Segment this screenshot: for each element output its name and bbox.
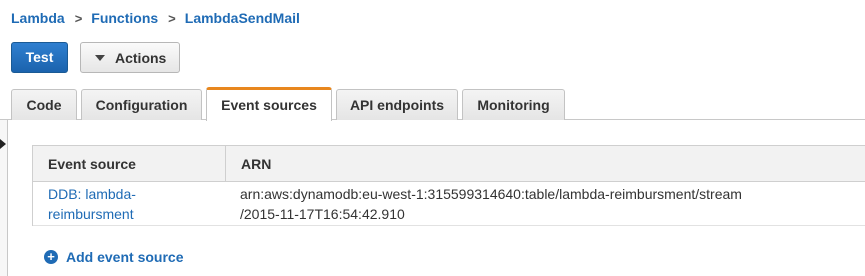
- breadcrumb-functions-link[interactable]: Functions: [91, 10, 158, 26]
- breadcrumb-separator-icon: >: [168, 10, 176, 26]
- add-event-source-label[interactable]: Add event source: [66, 249, 183, 265]
- tab-configuration[interactable]: Configuration: [81, 89, 202, 120]
- arn-text-line: /2015-11-17T16:54:42.910: [240, 206, 405, 222]
- column-header-event-source: Event source: [33, 146, 226, 181]
- event-source-text-line[interactable]: reimbursment: [48, 204, 226, 224]
- arn-cell: arn:aws:dynamodb:eu-west-1:315599314640:…: [226, 182, 865, 225]
- tab-monitoring[interactable]: Monitoring: [462, 89, 565, 120]
- table-header: Event source ARN: [33, 146, 865, 182]
- breadcrumb-current-function[interactable]: LambdaSendMail: [185, 10, 300, 26]
- actions-dropdown-button[interactable]: Actions: [80, 42, 180, 73]
- breadcrumb-separator-icon: >: [74, 10, 83, 26]
- column-header-arn: ARN: [241, 155, 272, 172]
- tab-code[interactable]: Code: [11, 89, 77, 120]
- plus-circle-icon: +: [44, 250, 58, 264]
- event-sources-table: Event source ARN DDB: lambda- reimbursme…: [32, 145, 865, 226]
- tab-api-endpoints[interactable]: API endpoints: [336, 89, 458, 120]
- add-event-source-link[interactable]: + Add event source: [44, 249, 183, 265]
- arn-text-line: arn:aws:dynamodb:eu-west-1:315599314640:…: [240, 186, 742, 202]
- event-source-link[interactable]: DDB: lambda- reimbursment: [33, 182, 226, 225]
- caret-down-icon: [95, 54, 105, 61]
- breadcrumb-lambda-link[interactable]: Lambda: [11, 10, 65, 26]
- actions-label: Actions: [115, 49, 167, 66]
- test-button[interactable]: Test: [11, 42, 68, 73]
- table-row: DDB: lambda- reimbursment arn:aws:dynamo…: [33, 182, 865, 226]
- expand-arrow-icon[interactable]: [0, 139, 6, 149]
- tab-event-sources[interactable]: Event sources: [206, 87, 332, 121]
- breadcrumb: Lambda > Functions > LambdaSendMail: [11, 8, 300, 28]
- event-source-text-line[interactable]: DDB: lambda-: [48, 184, 226, 204]
